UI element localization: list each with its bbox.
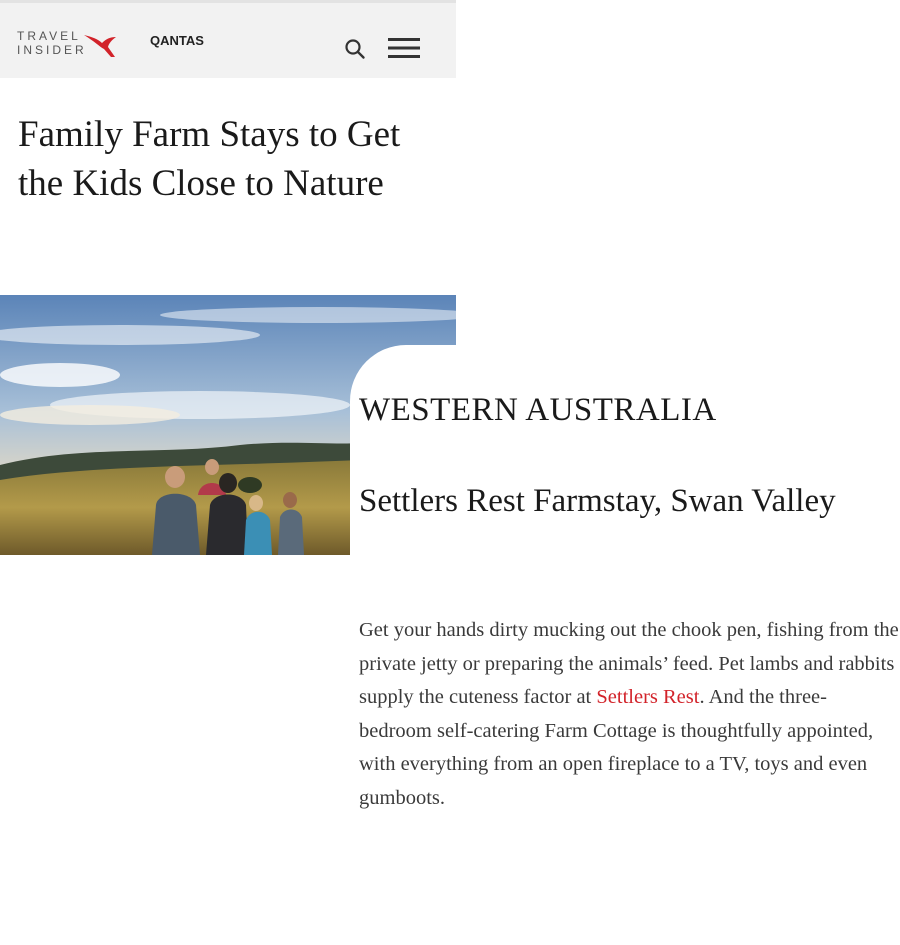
travel-insider-logo[interactable]: TRAVEL INSIDER — [17, 29, 87, 57]
region-heading: WESTERN AUSTRALIA — [359, 392, 717, 428]
settlers-rest-link[interactable]: Settlers Rest — [596, 686, 699, 708]
search-icon[interactable] — [344, 38, 366, 60]
article-title: Family Farm Stays to Get the Kids Close … — [18, 114, 401, 204]
farmstay-title: Settlers Rest Farmstay, Swan Valley — [359, 483, 836, 519]
qantas-brand[interactable]: QANTAS — [150, 33, 204, 48]
hamburger-menu-icon[interactable] — [388, 36, 420, 60]
site-header: TRAVEL INSIDER QANTAS — [0, 0, 456, 78]
logo-line-travel: TRAVEL — [17, 29, 81, 43]
farmstay-description: Get your hands dirty mucking out the cho… — [359, 614, 899, 816]
kangaroo-logo-icon — [84, 35, 116, 57]
logo-line-insider: INSIDER — [17, 43, 87, 57]
